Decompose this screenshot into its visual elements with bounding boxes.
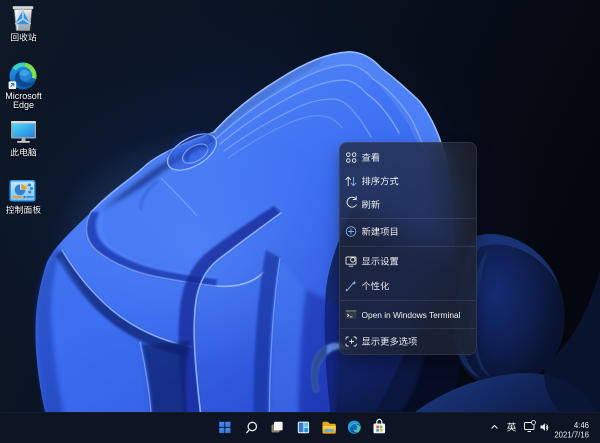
svg-text:2021/7/16: 2021/7/16 <box>554 431 589 440</box>
svg-text:4:46: 4:46 <box>574 421 589 430</box>
